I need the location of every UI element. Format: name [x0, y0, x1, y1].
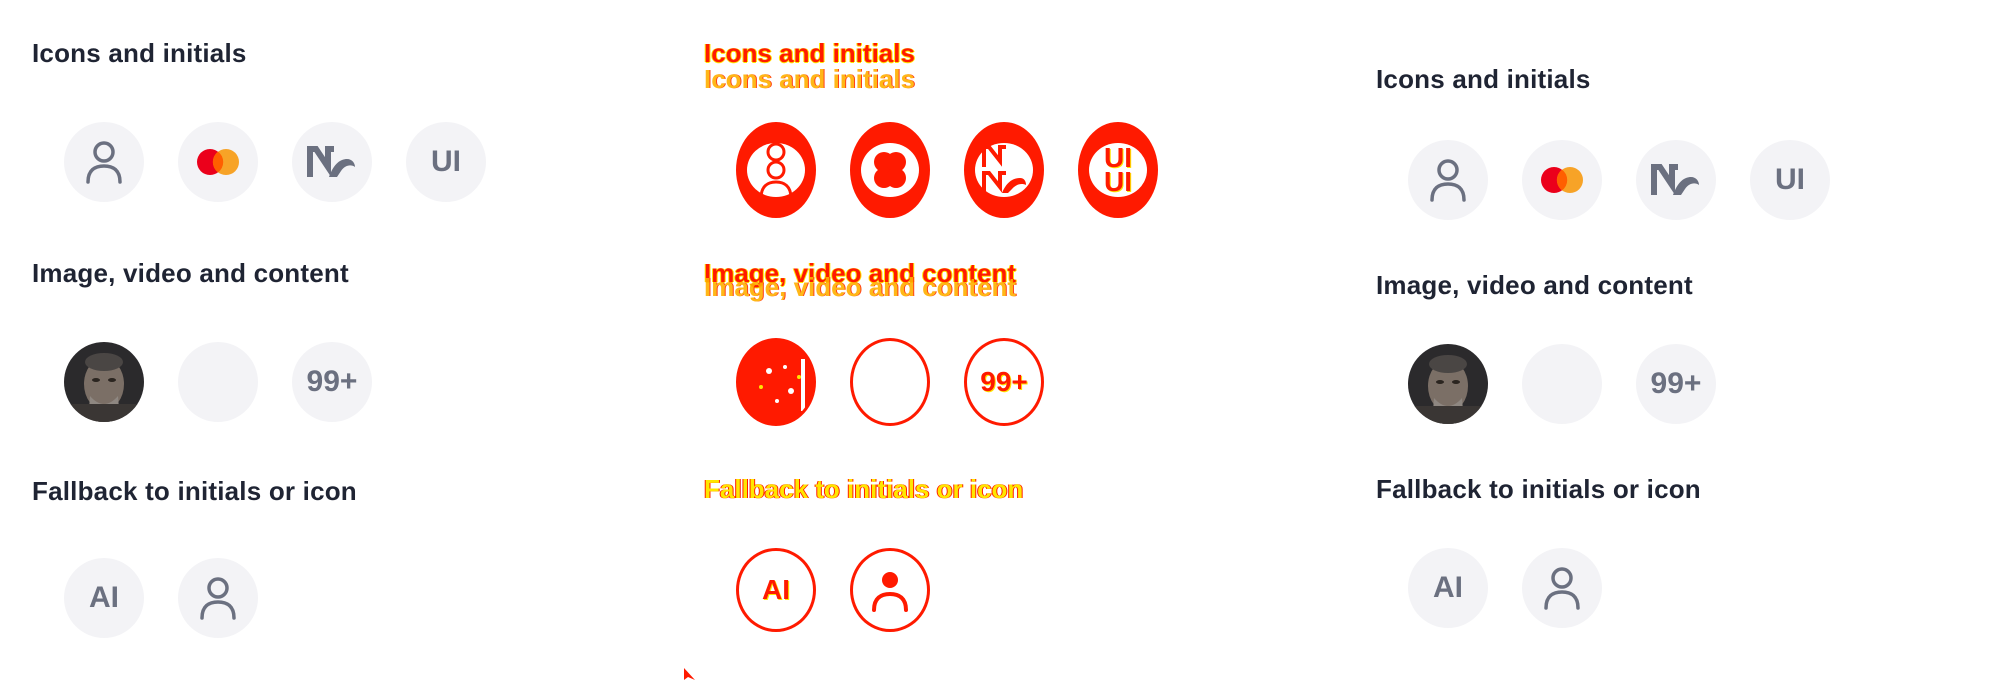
avatar-count-label: 99+: [1650, 367, 1702, 400]
diff-avatar-icon: [850, 548, 930, 632]
diff-avatar-nx: [964, 122, 1044, 218]
avatar-fallback-initials[interactable]: AI: [1408, 548, 1488, 628]
avatar-initials: AI: [89, 581, 119, 614]
portrait-image: [1408, 344, 1488, 424]
avatar-nx[interactable]: [1636, 140, 1716, 220]
avatars-panel-left: Icons and initials UI Image, video and c: [0, 0, 672, 680]
nx-logo-icon: [307, 146, 355, 177]
avatar-photo[interactable]: [64, 342, 144, 422]
avatar-row-media: 99+: [64, 342, 372, 422]
person-icon: [759, 142, 793, 199]
diff-title-icons-ghost: Icons and initials: [704, 64, 915, 94]
diff-avatar-ui: UI UI: [1078, 122, 1158, 218]
diff-avatar-mastercard: [850, 122, 930, 218]
diff-avatar-person: [736, 122, 816, 218]
diff-row-fallback: AI: [736, 548, 930, 632]
person-icon: [1544, 567, 1580, 610]
person-icon: [872, 572, 908, 612]
avatar-nx[interactable]: [292, 122, 372, 202]
person-icon: [86, 141, 122, 184]
portrait-image: [64, 342, 144, 422]
avatar-initials-ui[interactable]: UI: [406, 122, 486, 202]
avatar-fallback-initials[interactable]: AI: [64, 558, 144, 638]
avatar-mastercard[interactable]: [1522, 140, 1602, 220]
avatar-person[interactable]: [64, 122, 144, 202]
diff-avatar-empty: [850, 338, 930, 426]
mastercard-icon: [874, 152, 906, 188]
mastercard-icon: [197, 149, 239, 175]
nx-logo-icon: [982, 145, 1026, 193]
avatar-initials-ui[interactable]: UI: [1750, 140, 1830, 220]
avatars-panel-right: Icons and initials UI Image, video and c: [1344, 0, 2016, 680]
section-title-icons: Icons and initials: [1376, 64, 1591, 94]
diff-title-fallback: Fallback to initials or icon: [704, 474, 1024, 504]
avatar-person[interactable]: [1408, 140, 1488, 220]
avatar-count-label: 99+: [306, 365, 358, 398]
avatar-row-fallback: AI: [64, 558, 258, 638]
diff-avatar-count: 99+: [964, 338, 1044, 426]
cursor-icon: [684, 668, 695, 680]
avatar-row-icons: UI: [64, 122, 486, 202]
person-icon: [1430, 159, 1466, 202]
section-title-fallback: Fallback to initials or icon: [1376, 474, 1701, 504]
avatar-fallback-icon[interactable]: [1522, 548, 1602, 628]
avatar-count[interactable]: 99+: [292, 342, 372, 422]
avatar-video-empty[interactable]: [178, 342, 258, 422]
section-title-media: Image, video and content: [32, 258, 349, 288]
diff-avatar-photo: [736, 338, 816, 426]
avatar-initials: UI: [1775, 163, 1805, 196]
section-title-media: Image, video and content: [1376, 270, 1693, 300]
avatar-initials: UI: [431, 145, 461, 178]
diff-row-icons: UI UI: [736, 122, 1158, 218]
nx-logo-icon: [1651, 164, 1699, 195]
person-icon: [200, 577, 236, 620]
avatar-row-fallback: AI: [1408, 548, 1602, 628]
avatar-count[interactable]: 99+: [1636, 344, 1716, 424]
diff-panel: Icons and initials Icons and initials UI…: [672, 0, 1344, 680]
diff-title-media-ghost: Image, video and content: [704, 272, 1017, 302]
avatar-fallback-icon[interactable]: [178, 558, 258, 638]
avatar-photo[interactable]: [1408, 344, 1488, 424]
avatar-mastercard[interactable]: [178, 122, 258, 202]
avatar-video-empty[interactable]: [1522, 344, 1602, 424]
photo-noise: [739, 341, 813, 423]
avatar-row-media: 99+: [1408, 344, 1716, 424]
diff-initials: UI UI: [1104, 142, 1132, 197]
diff-row-media: 99+: [736, 338, 1044, 426]
mastercard-icon: [1541, 167, 1583, 193]
avatar-initials: AI: [1433, 571, 1463, 604]
diff-avatar-initials: AI: [736, 548, 816, 632]
section-title-icons: Icons and initials: [32, 38, 247, 68]
section-title-fallback: Fallback to initials or icon: [32, 476, 357, 506]
avatar-row-icons: UI: [1408, 140, 1830, 220]
